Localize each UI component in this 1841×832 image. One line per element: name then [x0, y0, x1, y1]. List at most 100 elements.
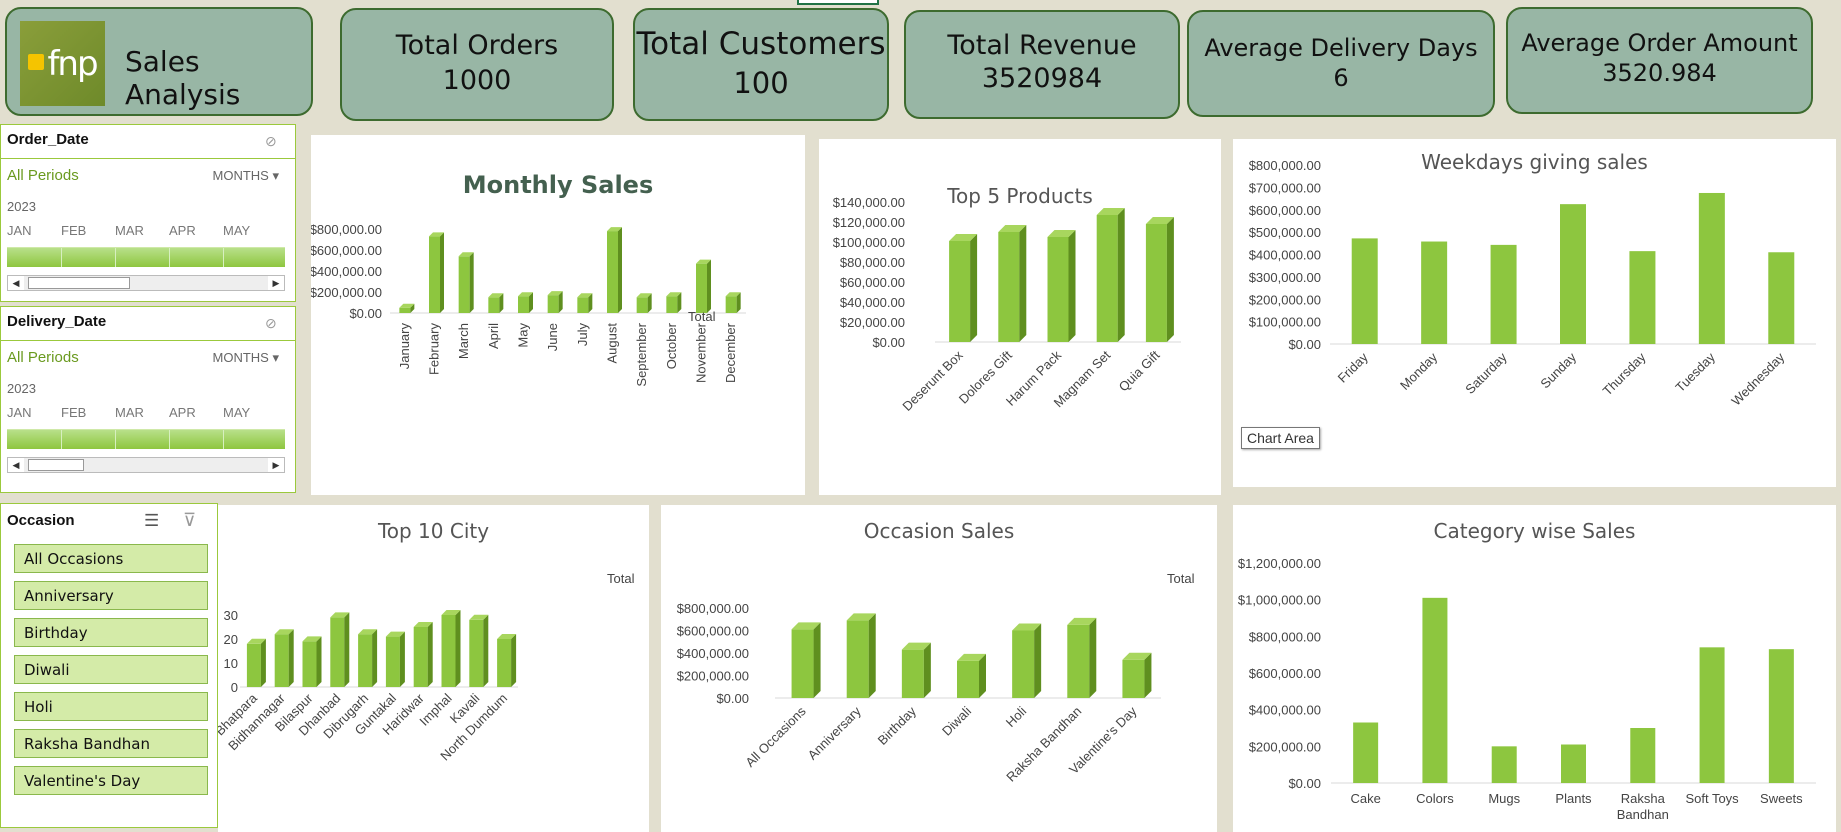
occasion-item[interactable]: Anniversary	[14, 581, 208, 610]
y-tick-label: $0.00	[716, 691, 749, 706]
bar	[725, 296, 737, 313]
x-tick-label: Plants	[1555, 791, 1592, 806]
clear-filter-icon[interactable]: ⊘	[265, 133, 283, 151]
bar-side	[813, 622, 821, 698]
bar	[1421, 241, 1448, 344]
order-date-slicer[interactable]: Order_Date ⊘ All Periods MONTHS ▾ 2023 J…	[0, 124, 296, 302]
multi-select-icon[interactable]: ☰	[144, 511, 159, 531]
scroll-left-icon[interactable]: ◀	[8, 276, 24, 290]
bar	[458, 256, 470, 313]
kpi-label: Average Delivery Days	[1204, 34, 1478, 62]
bar-side	[469, 252, 474, 313]
x-tick-label: August	[605, 323, 620, 364]
y-tick-label: $200,000.00	[1249, 739, 1321, 754]
time-level-dropdown[interactable]: MONTHS ▾	[213, 350, 280, 366]
year-label: 2023	[7, 199, 36, 214]
period-label: All Periods	[7, 349, 79, 366]
x-tick-label: October	[664, 322, 679, 369]
bar	[1122, 659, 1145, 698]
time-level-dropdown[interactable]: MONTHS ▾	[213, 168, 280, 184]
bar	[1768, 649, 1794, 783]
x-tick-label: Mugs	[1488, 791, 1520, 806]
bar	[1768, 252, 1795, 344]
bar	[1047, 237, 1069, 342]
y-tick-label: 10	[224, 656, 238, 671]
occasion-item[interactable]: All Occasions	[14, 544, 208, 573]
bar	[1490, 244, 1517, 344]
time-level-label: MONTHS	[212, 168, 269, 183]
y-tick-label: $300,000.00	[1249, 270, 1321, 285]
x-tick-label: Colors	[1416, 791, 1454, 806]
kpi-value: 6	[1333, 64, 1349, 92]
timeline-scrollbar[interactable]: ◀ ▶	[7, 275, 285, 291]
period-label: All Periods	[7, 167, 79, 184]
clear-filter-icon[interactable]: ⊘	[265, 315, 283, 333]
chevron-down-icon: ▾	[272, 350, 279, 365]
scroll-right-icon[interactable]: ▶	[268, 276, 284, 290]
bar	[497, 639, 512, 687]
x-tick-label: Holi	[1003, 703, 1030, 730]
weekday-sales-chart[interactable]: Weekdays giving sales $0.00 $100,000.00 $2…	[1233, 139, 1836, 487]
scroll-thumb[interactable]	[28, 459, 84, 471]
occasion-item[interactable]: Birthday	[14, 618, 208, 647]
month-label: FEB	[61, 223, 87, 238]
occasion-item[interactable]: Raksha Bandhan	[14, 729, 208, 758]
occasion-item[interactable]: Valentine's Day	[14, 766, 208, 795]
bar	[1629, 251, 1656, 344]
scroll-left-icon[interactable]: ◀	[8, 458, 24, 472]
x-tick-label: September	[634, 322, 649, 386]
y-tick-label: $0.00	[1288, 776, 1321, 791]
bar	[1351, 238, 1378, 344]
bar-side	[1089, 617, 1097, 698]
bar	[1561, 744, 1586, 783]
bar	[518, 296, 529, 313]
bar-side	[440, 232, 444, 313]
occasion-slicer[interactable]: Occasion ☰ ⊽ All Occasions Anniversary B…	[0, 503, 218, 828]
monthly-sales-chart[interactable]: Monthly Sales $0.00 $200,000.00 $400,000.0…	[311, 135, 805, 495]
y-tick-label: $100,000.00	[833, 235, 905, 250]
delivery-date-slicer[interactable]: Delivery_Date ⊘ All Periods MONTHS ▾ 202…	[0, 306, 296, 493]
x-tick-label: December	[723, 322, 738, 383]
clear-filter-icon[interactable]: ⊽	[183, 510, 196, 531]
y-tick-label: $0.00	[872, 335, 905, 350]
y-tick-label: $600,000.00	[677, 624, 749, 639]
month-label: MAR	[115, 405, 144, 420]
bar	[274, 634, 289, 687]
bar-side	[1068, 230, 1076, 342]
y-tick-label: $1,000,000.00	[1238, 593, 1321, 608]
y-tick-label: $40,000.00	[840, 295, 905, 310]
y-tick-label: $600,000.00	[311, 243, 382, 258]
occasion-item[interactable]: Holi	[14, 692, 208, 721]
bar	[399, 307, 411, 313]
timeline-scrollbar[interactable]: ◀ ▶	[7, 457, 285, 473]
kpi-value: 1000	[442, 65, 512, 96]
occasion-sales-chart[interactable]: Occasion Sales $0.00 $200,000.00 $400,000.…	[661, 505, 1217, 832]
chart-svg: 0102030BhatparaBidhannagarBilaspurDhanba…	[218, 571, 635, 763]
y-tick-label: $700,000.00	[1249, 180, 1321, 195]
kpi-label: Total Revenue	[947, 30, 1137, 61]
x-tick-label: Bandhan	[1617, 807, 1669, 822]
selected-cell[interactable]	[797, 0, 879, 5]
bar	[957, 660, 979, 698]
bar	[1560, 204, 1586, 344]
slicer-title: Order_Date	[7, 131, 89, 148]
x-tick-label: Sunday	[1537, 349, 1579, 391]
timeline-bar[interactable]	[7, 247, 285, 267]
bar	[1096, 215, 1118, 342]
fnp-logo: fnp	[20, 21, 105, 106]
category-sales-chart[interactable]: Category wise Sales $0.00 $200,000.00 $400…	[1233, 505, 1836, 832]
scroll-right-icon[interactable]: ▶	[268, 458, 284, 472]
kpi-avg-delivery-days: Average Delivery Days 6	[1187, 10, 1495, 117]
x-tick-label: Thursday	[1600, 349, 1649, 398]
x-tick-label: Cake	[1350, 791, 1380, 806]
occasion-item[interactable]: Diwali	[14, 655, 208, 684]
x-tick-label: Birthday	[875, 703, 920, 748]
top-city-chart[interactable]: Top 10 City 0 10 20 30 Bhatpara Bidhannagar Bi…	[218, 505, 649, 832]
timeline-bar[interactable]	[7, 429, 285, 449]
time-level-label: MONTHS	[212, 350, 269, 365]
bar	[791, 629, 814, 698]
bar-side	[399, 631, 405, 687]
top-products-chart[interactable]: Top 5 Products $0.00 $20,000.00 $40,000.00…	[819, 139, 1221, 495]
bar	[547, 295, 559, 313]
scroll-thumb[interactable]	[28, 277, 130, 289]
